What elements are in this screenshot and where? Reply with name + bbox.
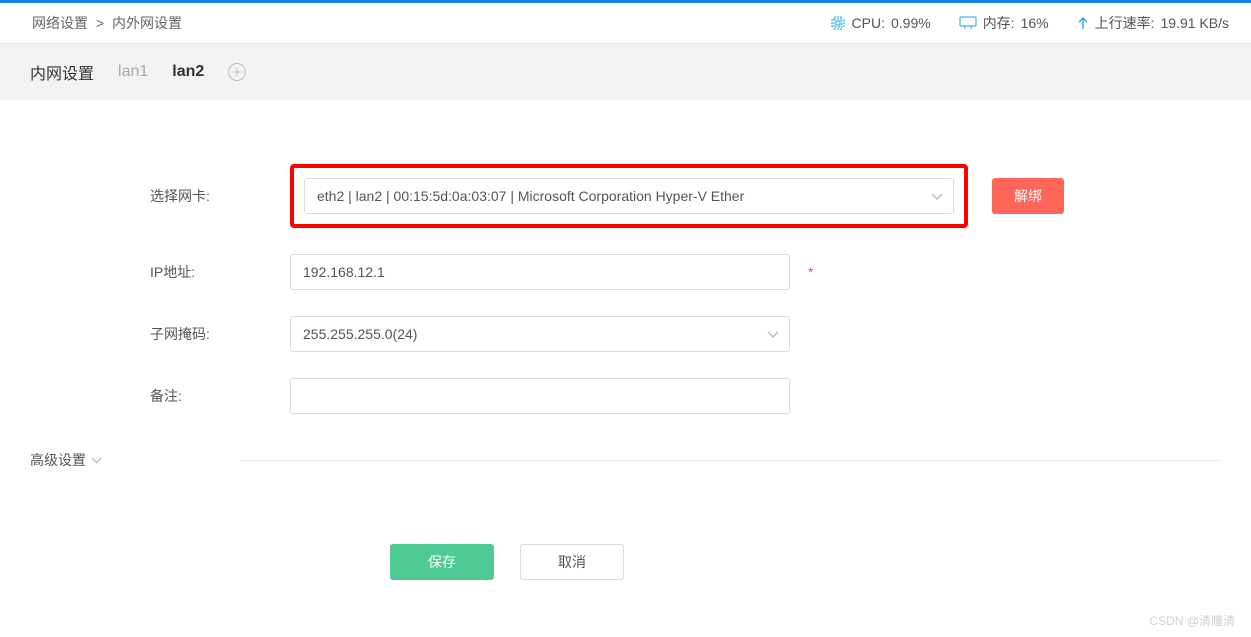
row-ip: IP地址: * <box>30 254 1221 290</box>
advanced-label: 高级设置 <box>30 450 86 470</box>
breadcrumb-part-2[interactable]: 内外网设置 <box>112 15 182 31</box>
mask-select[interactable]: 255.255.255.0(24) <box>290 316 790 352</box>
memory-icon <box>959 16 977 30</box>
add-tab-button[interactable] <box>228 63 246 81</box>
unbind-button[interactable]: 解绑 <box>992 178 1064 214</box>
breadcrumb-part-1[interactable]: 网络设置 <box>32 15 88 31</box>
required-mark: * <box>808 264 813 280</box>
plus-icon <box>232 67 242 77</box>
row-nic: 选择网卡: eth2 | lan2 | 00:15:5d:0a:03:07 | … <box>30 164 1221 228</box>
ip-label: IP地址: <box>30 262 290 282</box>
advanced-section: 高级设置 <box>0 450 1251 470</box>
topbar: 网络设置 > 内外网设置 CPU: 0.99% 内存: 16% <box>0 0 1251 44</box>
memory-label: 内存: <box>983 13 1015 33</box>
cancel-button[interactable]: 取消 <box>520 544 624 580</box>
arrow-up-icon <box>1077 16 1089 30</box>
tab-lan1[interactable]: lan1 <box>118 63 148 81</box>
cpu-value: 0.99% <box>891 15 931 31</box>
watermark: CSDN @清瞳清 <box>1149 612 1235 629</box>
uplink-value: 19.91 KB/s <box>1161 15 1230 31</box>
status-group: CPU: 0.99% 内存: 16% 上行速率: 19.91 KB/s <box>830 13 1229 33</box>
chevron-down-icon <box>91 457 102 464</box>
row-mask: 子网掩码: 255.255.255.0(24) <box>30 316 1221 352</box>
ip-input[interactable] <box>290 254 790 290</box>
chevron-down-icon <box>931 188 943 204</box>
breadcrumb: 网络设置 > 内外网设置 <box>30 13 184 33</box>
mask-select-value: 255.255.255.0(24) <box>303 326 417 342</box>
advanced-toggle[interactable]: 高级设置 <box>30 450 240 470</box>
memory-status: 内存: 16% <box>959 13 1049 33</box>
memory-value: 16% <box>1021 15 1049 31</box>
cpu-status: CPU: 0.99% <box>830 15 931 31</box>
mask-label: 子网掩码: <box>30 324 290 344</box>
actions: 保存 取消 <box>0 544 1251 580</box>
note-input[interactable] <box>290 378 790 414</box>
chevron-down-icon <box>767 326 779 342</box>
row-note: 备注: <box>30 378 1221 414</box>
breadcrumb-sep: > <box>96 15 104 31</box>
uplink-label: 上行速率: <box>1095 13 1155 33</box>
divider <box>240 460 1221 461</box>
form: 选择网卡: eth2 | lan2 | 00:15:5d:0a:03:07 | … <box>0 100 1251 414</box>
tab-section-title: 内网设置 <box>30 60 94 84</box>
nic-label: 选择网卡: <box>30 186 290 206</box>
note-label: 备注: <box>30 386 290 406</box>
cpu-icon <box>830 15 846 31</box>
nic-highlight-box: eth2 | lan2 | 00:15:5d:0a:03:07 | Micros… <box>290 164 968 228</box>
cpu-label: CPU: <box>852 15 885 31</box>
nic-select[interactable]: eth2 | lan2 | 00:15:5d:0a:03:07 | Micros… <box>304 178 954 214</box>
nic-select-value: eth2 | lan2 | 00:15:5d:0a:03:07 | Micros… <box>317 188 744 204</box>
tab-lan2[interactable]: lan2 <box>172 63 204 81</box>
tab-header: 内网设置 lan1 lan2 <box>0 44 1251 100</box>
uplink-status: 上行速率: 19.91 KB/s <box>1077 13 1229 33</box>
save-button[interactable]: 保存 <box>390 544 494 580</box>
